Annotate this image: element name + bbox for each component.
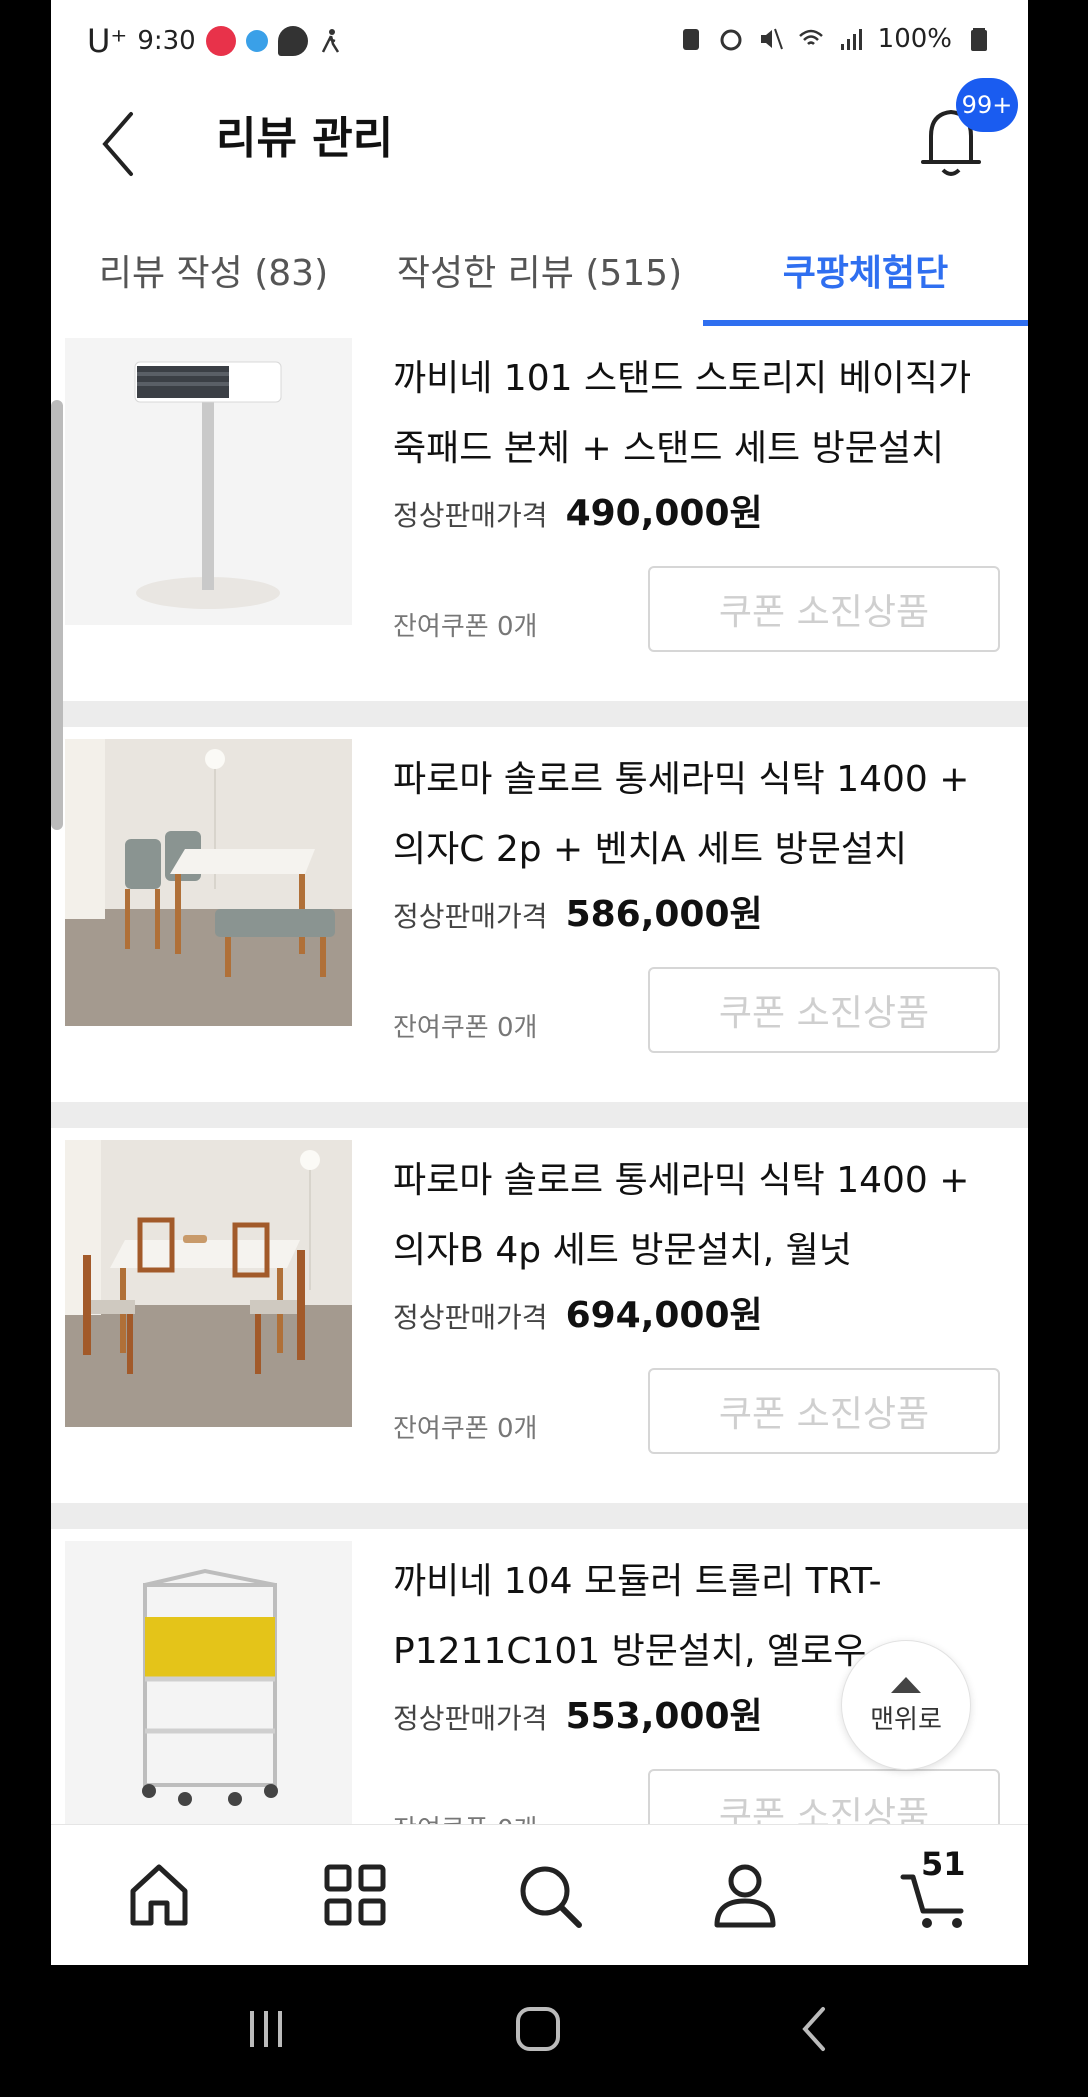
list-item[interactable]: 까비네 101 스탠드 스토리지 베이직가죽패드 본체 + 스탠드 세트 방문설… [51, 326, 1028, 701]
recent-apps-icon[interactable] [236, 1999, 296, 2059]
coupon-soldout-button[interactable]: 쿠폰 소진상품 [648, 967, 1000, 1053]
triangle-up-icon [891, 1676, 921, 1693]
status-time: 9:30 [137, 26, 196, 56]
product-image-table-chairs[interactable] [65, 1140, 352, 1427]
status-right: 100% [678, 24, 992, 54]
system-nav-bar [0, 1965, 1088, 2097]
coupon-remaining: 잔여쿠폰 0개 [393, 1013, 538, 1043]
page-title: 리뷰 관리 [216, 113, 394, 164]
scrollbar[interactable] [51, 400, 63, 830]
price-value: 553,000원 [565, 1696, 763, 1737]
item-separator [51, 1503, 1028, 1529]
carrier-label: U⁺ [87, 22, 128, 60]
product-name[interactable]: 파로마 솔로르 통세라믹 식탁 1400 + 의자B 4p 세트 방문설치, 월… [393, 1146, 1003, 1286]
alarm-icon [720, 29, 742, 51]
product-image-stand-storage[interactable] [65, 338, 352, 625]
scroll-to-top-button[interactable]: 맨위로 [841, 1640, 971, 1770]
coupon-remaining: 잔여쿠폰 0개 [393, 1414, 538, 1444]
walking-icon [321, 29, 339, 53]
mute-icon [760, 28, 783, 50]
trolley-illustration [65, 1541, 352, 1828]
stand-storage-illustration [65, 338, 352, 625]
notification-badge: 99+ [956, 78, 1018, 132]
status-bar: U⁺ 9:30 100% [51, 0, 1028, 84]
bottom-nav: 51 [51, 1824, 1028, 1965]
price-row: 정상판매가격 694,000원 [393, 1286, 763, 1338]
status-left: U⁺ 9:30 [87, 22, 344, 60]
item-separator [51, 701, 1028, 727]
signal-icon [840, 29, 862, 50]
home-button-icon[interactable] [508, 1999, 568, 2059]
list-item[interactable]: 파로마 솔로르 통세라믹 식탁 1400 + 의자C 2p + 벤치A 세트 방… [51, 727, 1028, 1102]
tab-written-reviews[interactable]: 작성한 리뷰 (515) [376, 214, 703, 326]
notification-app-icon [205, 26, 236, 56]
coupon-remaining: 잔여쿠폰 0개 [393, 612, 538, 642]
tab-coupang-experience[interactable]: 쿠팡체험단 [703, 214, 1028, 326]
price-row: 정상판매가격 586,000원 [393, 885, 763, 937]
price-value: 694,000원 [565, 1295, 763, 1336]
price-row: 정상판매가격 553,000원 [393, 1687, 763, 1739]
table-bench-illustration [65, 739, 352, 1026]
home-icon[interactable] [119, 1855, 199, 1935]
price-label: 정상판매가격 [393, 499, 548, 532]
price-row: 정상판매가격 490,000원 [393, 484, 763, 536]
category-icon[interactable] [315, 1855, 395, 1935]
back-icon[interactable] [91, 104, 151, 184]
app-header: 리뷰 관리 99+ [51, 78, 1028, 214]
product-name[interactable]: 까비네 101 스탠드 스토리지 베이직가죽패드 본체 + 스탠드 세트 방문설… [393, 344, 1003, 484]
search-icon[interactable] [509, 1855, 589, 1935]
back-nav-icon[interactable] [785, 1999, 845, 2059]
price-value: 586,000원 [565, 894, 763, 935]
battery-percent: 100% [877, 24, 952, 54]
tab-bar: 리뷰 작성 (83) 작성한 리뷰 (515) 쿠팡체험단 [51, 214, 1028, 328]
price-label: 정상판매가격 [393, 900, 548, 933]
wifi-icon [798, 29, 823, 45]
table-chairs-illustration [65, 1140, 352, 1427]
product-image-table-bench[interactable] [65, 739, 352, 1026]
app-screen: U⁺ 9:30 100% 리뷰 관리 99+ 리뷰 작성 (83) 작성한 리뷰… [51, 0, 1028, 1965]
battery-saver-icon [682, 29, 699, 50]
cart-count-badge: 51 [921, 1845, 966, 1883]
price-label: 정상판매가격 [393, 1301, 548, 1334]
account-icon[interactable] [705, 1855, 785, 1935]
chat-bubble-icon [277, 26, 308, 56]
list-item[interactable]: 파로마 솔로르 통세라믹 식탁 1400 + 의자B 4p 세트 방문설치, 월… [51, 1128, 1028, 1503]
product-image-trolley[interactable] [65, 1541, 352, 1828]
coupon-soldout-button[interactable]: 쿠폰 소진상품 [648, 566, 1000, 652]
scroll-to-top-label: 맨위로 [870, 1704, 942, 1735]
product-name[interactable]: 파로마 솔로르 통세라믹 식탁 1400 + 의자C 2p + 벤치A 세트 방… [393, 745, 1003, 885]
coupon-soldout-button[interactable]: 쿠폰 소진상품 [648, 1368, 1000, 1454]
item-separator [51, 1102, 1028, 1128]
price-value: 490,000원 [565, 493, 763, 534]
tab-write-review[interactable]: 리뷰 작성 (83) [51, 214, 376, 326]
price-label: 정상판매가격 [393, 1702, 548, 1735]
battery-icon [971, 28, 987, 51]
sync-icon [245, 30, 268, 52]
